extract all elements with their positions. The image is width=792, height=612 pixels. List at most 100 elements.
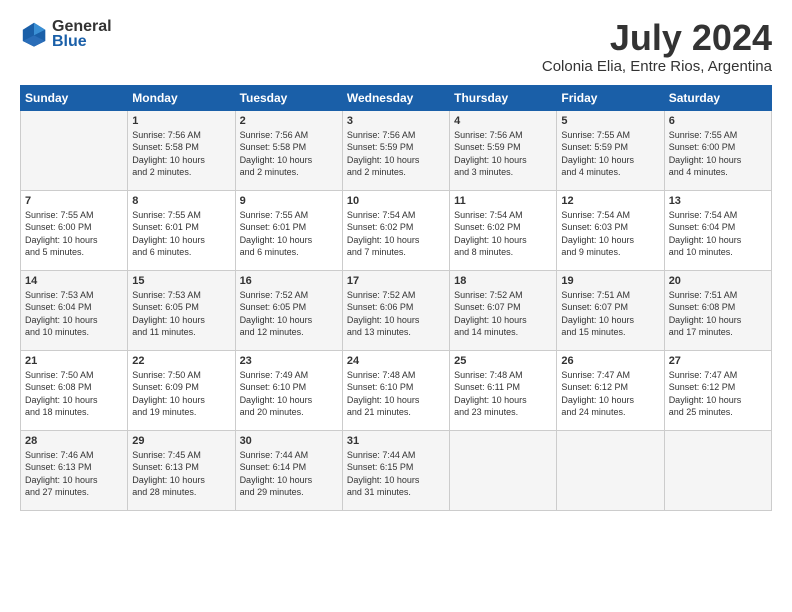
day-info: Sunrise: 7:55 AMSunset: 6:01 PMDaylight:…	[132, 209, 230, 259]
day-info: Sunrise: 7:56 AMSunset: 5:58 PMDaylight:…	[240, 129, 338, 179]
day-info: Sunrise: 7:45 AMSunset: 6:13 PMDaylight:…	[132, 449, 230, 499]
week-row-4: 21 Sunrise: 7:50 AMSunset: 6:08 PMDayligh…	[21, 350, 772, 430]
day-cell: 4 Sunrise: 7:56 AMSunset: 5:59 PMDaylight…	[450, 110, 557, 190]
day-number: 18	[454, 275, 552, 287]
day-cell: 7Sunrise: 7:55 AMSunset: 6:00 PMDaylight…	[21, 190, 128, 270]
day-info: Sunrise: 7:47 AMSunset: 6:12 PMDaylight:…	[669, 369, 767, 419]
day-cell: 11 Sunrise: 7:54 AMSunset: 6:02 PMDayligh…	[450, 190, 557, 270]
day-cell	[557, 430, 664, 510]
weekday-header-thursday: Thursday	[450, 85, 557, 110]
day-info: Sunrise: 7:56 AMSunset: 5:59 PMDaylight:…	[347, 129, 445, 179]
day-info: Sunrise: 7:44 AMSunset: 6:14 PMDaylight:…	[240, 449, 338, 499]
day-info: Sunrise: 7:51 AMSunset: 6:08 PMDaylight:…	[669, 289, 767, 339]
week-row-2: 7Sunrise: 7:55 AMSunset: 6:00 PMDaylight…	[21, 190, 772, 270]
day-cell: 25 Sunrise: 7:48 AMSunset: 6:11 PMDayligh…	[450, 350, 557, 430]
day-info: Sunrise: 7:44 AMSunset: 6:15 PMDaylight:…	[347, 449, 445, 499]
day-cell: 8 Sunrise: 7:55 AMSunset: 6:01 PMDaylight…	[128, 190, 235, 270]
day-number: 29	[132, 435, 230, 447]
day-number: 13	[669, 195, 767, 207]
day-cell	[21, 110, 128, 190]
day-info: Sunrise: 7:46 AMSunset: 6:13 PMDaylight:…	[25, 449, 123, 499]
day-number: 5	[561, 115, 659, 127]
location-subtitle: Colonia Elia, Entre Rios, Argentina	[542, 58, 772, 75]
day-info: Sunrise: 7:55 AMSunset: 6:00 PMDaylight:…	[669, 129, 767, 179]
day-number: 1	[132, 115, 230, 127]
day-cell: 13 Sunrise: 7:54 AMSunset: 6:04 PMDayligh…	[664, 190, 771, 270]
day-info: Sunrise: 7:52 AMSunset: 6:07 PMDaylight:…	[454, 289, 552, 339]
day-info: Sunrise: 7:48 AMSunset: 6:10 PMDaylight:…	[347, 369, 445, 419]
day-cell: 16Sunrise: 7:52 AMSunset: 6:05 PMDayligh…	[235, 270, 342, 350]
weekday-header-sunday: Sunday	[21, 85, 128, 110]
day-cell: 18 Sunrise: 7:52 AMSunset: 6:07 PMDayligh…	[450, 270, 557, 350]
day-number: 28	[25, 435, 123, 447]
day-number: 26	[561, 355, 659, 367]
day-cell: 31 Sunrise: 7:44 AMSunset: 6:15 PMDayligh…	[342, 430, 449, 510]
header: General Blue July 2024 Colonia Elia, Ent…	[20, 18, 772, 75]
day-number: 22	[132, 355, 230, 367]
day-info: Sunrise: 7:56 AMSunset: 5:58 PMDaylight:…	[132, 129, 230, 179]
day-cell: 3 Sunrise: 7:56 AMSunset: 5:59 PMDaylight…	[342, 110, 449, 190]
month-title: July 2024	[542, 18, 772, 58]
day-number: 2	[240, 115, 338, 127]
day-number: 24	[347, 355, 445, 367]
day-number: 3	[347, 115, 445, 127]
day-info: Sunrise: 7:54 AMSunset: 6:02 PMDaylight:…	[347, 209, 445, 259]
day-cell: 6 Sunrise: 7:55 AMSunset: 6:00 PMDaylight…	[664, 110, 771, 190]
day-number: 17	[347, 275, 445, 287]
day-info: Sunrise: 7:52 AMSunset: 6:05 PMDaylight:…	[240, 289, 338, 339]
day-number: 21	[25, 355, 123, 367]
day-cell: 23Sunrise: 7:49 AMSunset: 6:10 PMDayligh…	[235, 350, 342, 430]
day-number: 8	[132, 195, 230, 207]
day-info: Sunrise: 7:56 AMSunset: 5:59 PMDaylight:…	[454, 129, 552, 179]
day-number: 20	[669, 275, 767, 287]
day-cell: 22 Sunrise: 7:50 AMSunset: 6:09 PMDayligh…	[128, 350, 235, 430]
day-number: 10	[347, 195, 445, 207]
day-info: Sunrise: 7:54 AMSunset: 6:03 PMDaylight:…	[561, 209, 659, 259]
day-number: 30	[240, 435, 338, 447]
day-cell: 28 Sunrise: 7:46 AMSunset: 6:13 PMDayligh…	[21, 430, 128, 510]
day-number: 25	[454, 355, 552, 367]
day-number: 15	[132, 275, 230, 287]
week-row-5: 28 Sunrise: 7:46 AMSunset: 6:13 PMDayligh…	[21, 430, 772, 510]
day-cell: 27 Sunrise: 7:47 AMSunset: 6:12 PMDayligh…	[664, 350, 771, 430]
day-info: Sunrise: 7:47 AMSunset: 6:12 PMDaylight:…	[561, 369, 659, 419]
weekday-header-friday: Friday	[557, 85, 664, 110]
day-number: 4	[454, 115, 552, 127]
title-area: July 2024 Colonia Elia, Entre Rios, Arge…	[542, 18, 772, 75]
weekday-header-row: SundayMondayTuesdayWednesdayThursdayFrid…	[21, 85, 772, 110]
week-row-3: 14 Sunrise: 7:53 AMSunset: 6:04 PMDayligh…	[21, 270, 772, 350]
week-row-1: 1 Sunrise: 7:56 AMSunset: 5:58 PMDaylight…	[21, 110, 772, 190]
day-info: Sunrise: 7:53 AMSunset: 6:05 PMDaylight:…	[132, 289, 230, 339]
day-cell: 9Sunrise: 7:55 AMSunset: 6:01 PMDaylight…	[235, 190, 342, 270]
day-number: 6	[669, 115, 767, 127]
day-info: Sunrise: 7:54 AMSunset: 6:02 PMDaylight:…	[454, 209, 552, 259]
logo-text: General Blue	[52, 18, 112, 50]
logo-icon	[20, 20, 48, 48]
weekday-header-monday: Monday	[128, 85, 235, 110]
day-number: 27	[669, 355, 767, 367]
day-info: Sunrise: 7:54 AMSunset: 6:04 PMDaylight:…	[669, 209, 767, 259]
day-info: Sunrise: 7:48 AMSunset: 6:11 PMDaylight:…	[454, 369, 552, 419]
calendar-table: SundayMondayTuesdayWednesdayThursdayFrid…	[20, 85, 772, 511]
day-info: Sunrise: 7:55 AMSunset: 6:01 PMDaylight:…	[240, 209, 338, 259]
logo: General Blue	[20, 18, 112, 50]
day-cell: 24 Sunrise: 7:48 AMSunset: 6:10 PMDayligh…	[342, 350, 449, 430]
day-cell: 12Sunrise: 7:54 AMSunset: 6:03 PMDayligh…	[557, 190, 664, 270]
day-info: Sunrise: 7:50 AMSunset: 6:08 PMDaylight:…	[25, 369, 123, 419]
day-cell: 17 Sunrise: 7:52 AMSunset: 6:06 PMDayligh…	[342, 270, 449, 350]
day-cell: 15 Sunrise: 7:53 AMSunset: 6:05 PMDayligh…	[128, 270, 235, 350]
day-number: 14	[25, 275, 123, 287]
day-cell: 1 Sunrise: 7:56 AMSunset: 5:58 PMDaylight…	[128, 110, 235, 190]
day-number: 11	[454, 195, 552, 207]
day-cell: 5 Sunrise: 7:55 AMSunset: 5:59 PMDaylight…	[557, 110, 664, 190]
day-info: Sunrise: 7:55 AMSunset: 5:59 PMDaylight:…	[561, 129, 659, 179]
day-info: Sunrise: 7:53 AMSunset: 6:04 PMDaylight:…	[25, 289, 123, 339]
day-cell: 29 Sunrise: 7:45 AMSunset: 6:13 PMDayligh…	[128, 430, 235, 510]
day-info: Sunrise: 7:52 AMSunset: 6:06 PMDaylight:…	[347, 289, 445, 339]
day-info: Sunrise: 7:51 AMSunset: 6:07 PMDaylight:…	[561, 289, 659, 339]
weekday-header-wednesday: Wednesday	[342, 85, 449, 110]
day-info: Sunrise: 7:50 AMSunset: 6:09 PMDaylight:…	[132, 369, 230, 419]
day-number: 31	[347, 435, 445, 447]
day-cell	[450, 430, 557, 510]
day-cell: 30 Sunrise: 7:44 AMSunset: 6:14 PMDayligh…	[235, 430, 342, 510]
